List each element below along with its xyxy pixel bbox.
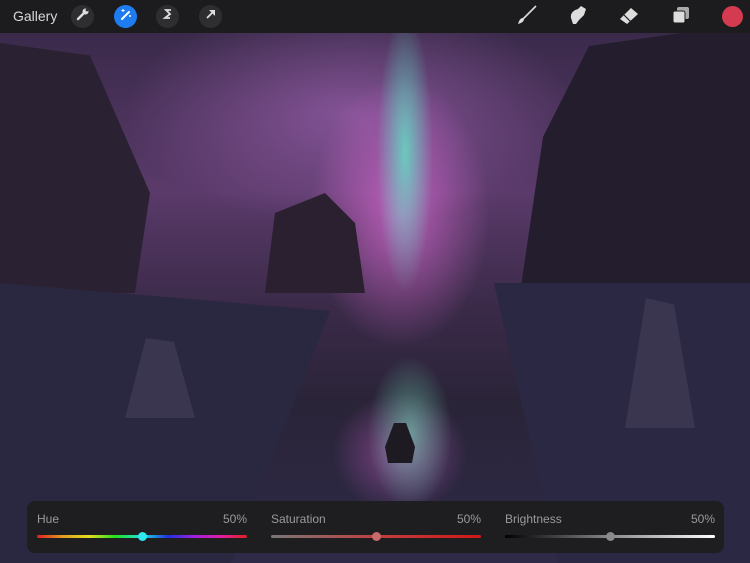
selection-button[interactable] (156, 5, 179, 28)
saturation-knob[interactable] (372, 532, 381, 541)
hue-slider: Hue 50% (37, 501, 247, 553)
rock-formation (520, 33, 750, 293)
top-toolbar: Gallery (0, 0, 750, 33)
brightness-value: 50% (690, 512, 715, 526)
brightness-label: Brightness (505, 512, 562, 526)
layers-icon (671, 5, 691, 30)
brightness-slider: Brightness 50% (505, 501, 715, 553)
eraser-button[interactable] (617, 5, 641, 29)
layers-button[interactable] (669, 5, 693, 29)
eraser-icon (618, 4, 640, 31)
painting-canvas[interactable] (0, 33, 750, 563)
gallery-button[interactable]: Gallery (13, 8, 57, 24)
boat (385, 423, 415, 463)
selection-icon (161, 7, 175, 26)
wrench-icon (76, 7, 90, 26)
transform-button[interactable] (199, 5, 222, 28)
actions-button[interactable] (71, 5, 94, 28)
brush-button[interactable] (515, 4, 539, 31)
hue-label: Hue (37, 512, 60, 526)
smudge-icon (567, 4, 589, 31)
hsb-adjustment-panel: Hue 50% Saturation 50% Brightness 50% (27, 501, 724, 553)
saturation-slider: Saturation 50% (271, 501, 481, 553)
rock-formation (0, 43, 150, 293)
adjustments-button[interactable] (114, 5, 137, 28)
rock-formation (265, 193, 365, 293)
brush-icon (516, 4, 538, 31)
saturation-value: 50% (456, 512, 481, 526)
color-swatch-button[interactable] (722, 6, 743, 27)
hue-knob[interactable] (138, 532, 147, 541)
smudge-button[interactable] (566, 5, 590, 29)
transform-arrow-icon (204, 7, 218, 26)
magic-wand-icon (119, 7, 133, 26)
saturation-label: Saturation (271, 512, 326, 526)
hue-value: 50% (222, 512, 247, 526)
brightness-knob[interactable] (606, 532, 615, 541)
